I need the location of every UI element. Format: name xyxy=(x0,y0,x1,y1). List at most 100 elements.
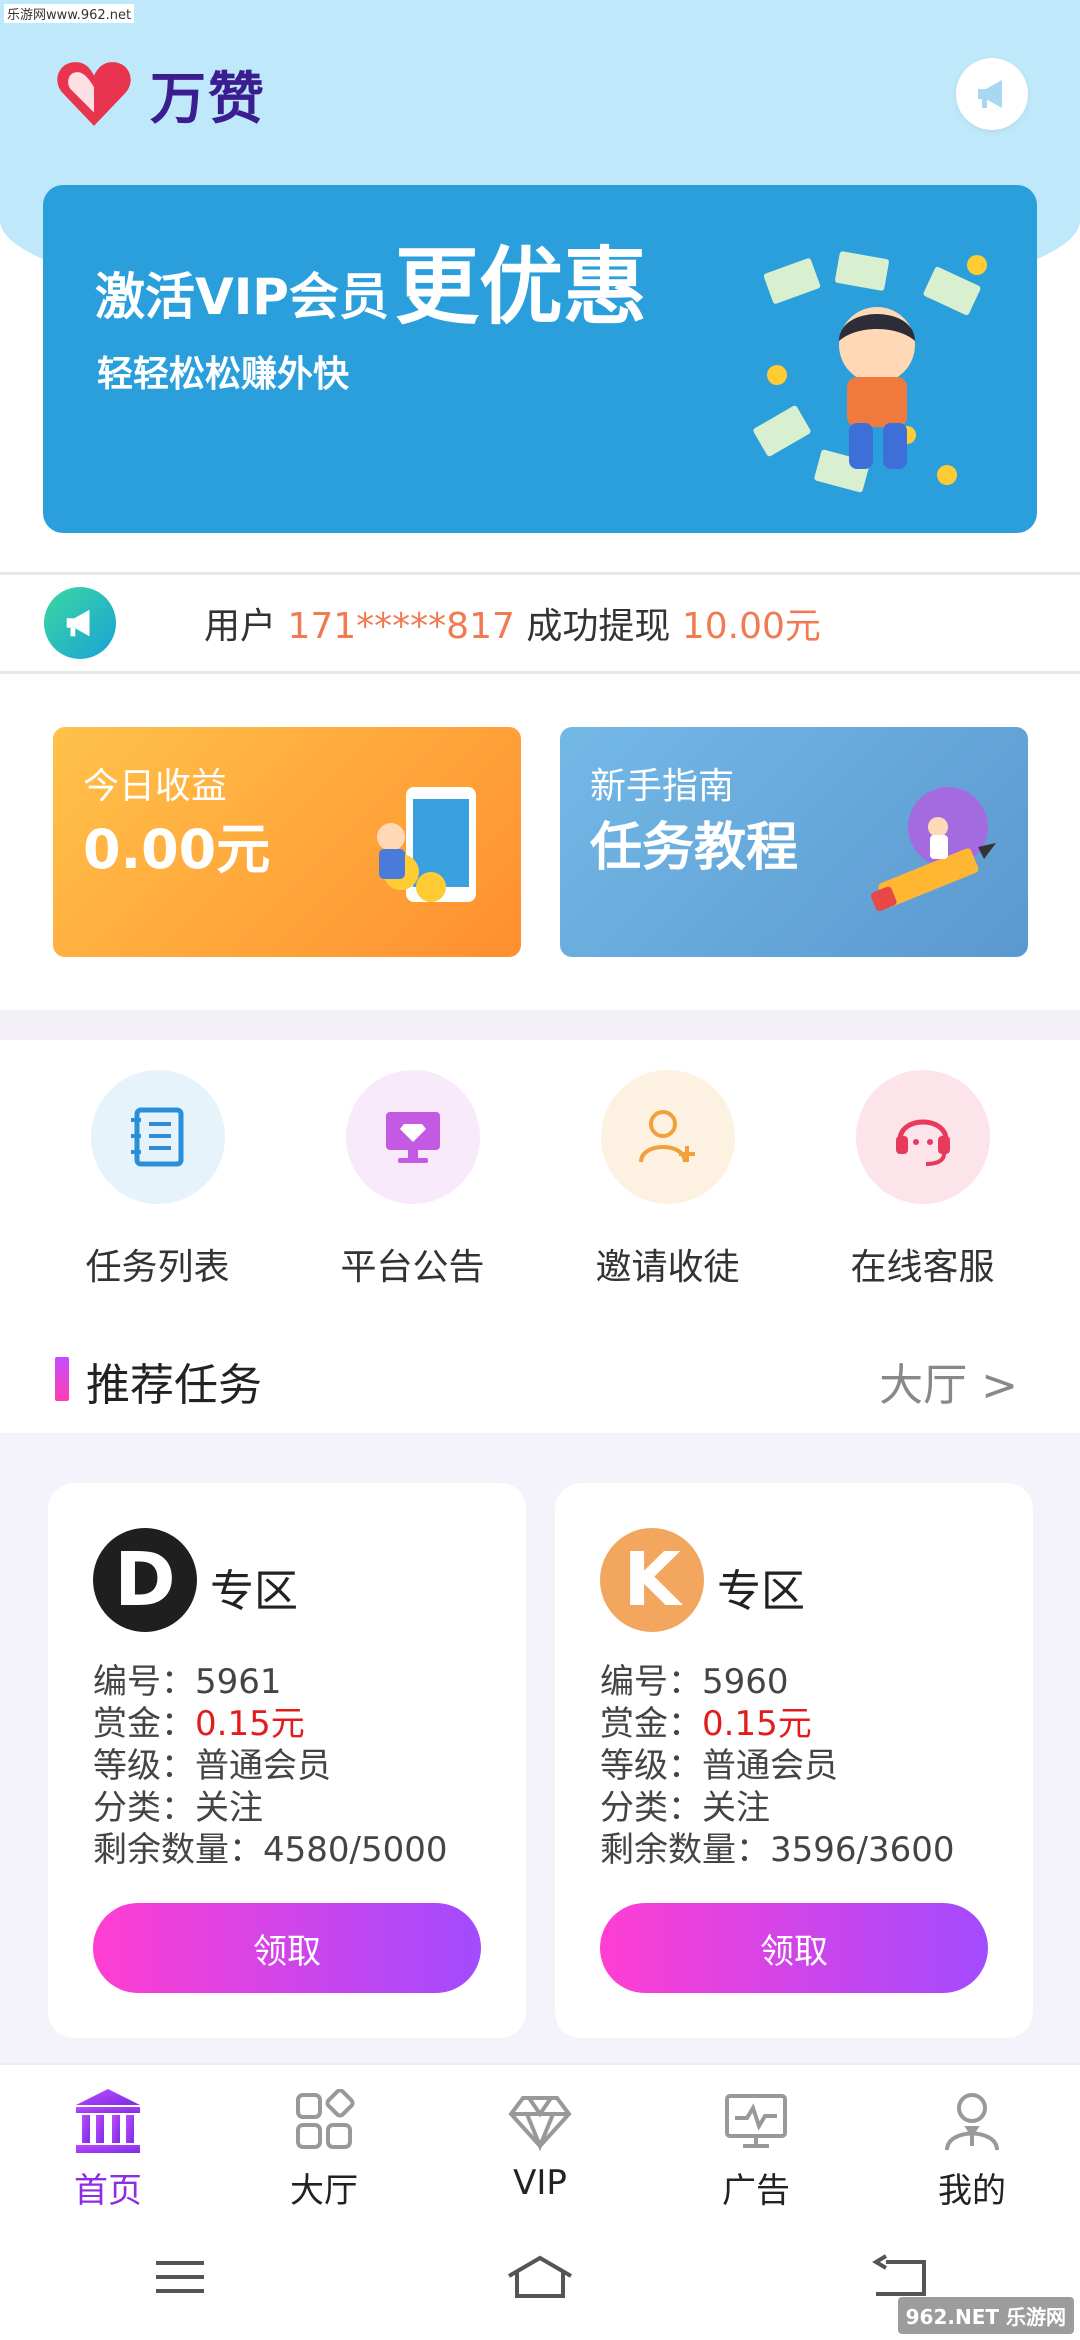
task-remaining-label: 剩余数量： xyxy=(600,1830,770,1870)
quick-link-task-list[interactable]: 任务列表 xyxy=(30,1070,285,1290)
monitor-diamond-icon xyxy=(385,1112,440,1163)
task-zone-badge: K xyxy=(600,1528,704,1632)
heart-logo-icon xyxy=(57,62,131,126)
task-level: 普通会员 xyxy=(702,1746,838,1786)
banner-subtitle: 轻轻松松赚外快 xyxy=(97,354,350,395)
quick-link-announcements[interactable]: 平台公告 xyxy=(285,1070,540,1290)
task-id: 5961 xyxy=(195,1662,282,1702)
recommended-tasks-header: 推荐任务 大厅 > xyxy=(0,1335,1080,1415)
claim-button[interactable]: 领取 xyxy=(93,1903,481,1993)
nav-mine[interactable]: 我的 xyxy=(864,2065,1080,2213)
task-category-row: 分类：关注 xyxy=(93,1787,448,1829)
nav-hall-label: 大厅 xyxy=(290,2171,358,2211)
app-name: 万赞 xyxy=(150,66,266,132)
task-list-circle xyxy=(90,1070,225,1204)
task-reward-label: 赏金： xyxy=(600,1704,702,1744)
earnings-label: 今日收益 xyxy=(83,766,228,807)
announcements-circle xyxy=(345,1070,480,1204)
nav-ads-label: 广告 xyxy=(722,2171,790,2211)
notebook-icon xyxy=(130,1107,183,1167)
banner-title-small: 激活VIP会员 xyxy=(95,268,389,326)
nav-vip-label: VIP xyxy=(513,2163,567,2203)
task-id: 5960 xyxy=(702,1662,789,1702)
home-icon[interactable] xyxy=(500,2247,580,2307)
section-accent-bar xyxy=(55,1357,69,1401)
task-remaining: 3596/3600 xyxy=(770,1830,955,1870)
nav-mine-label: 我的 xyxy=(938,2171,1006,2211)
banner-title: 激活VIP会员 更优惠 xyxy=(95,245,647,329)
nav-home-label: 首页 xyxy=(74,2171,142,2211)
money-character-illustration xyxy=(753,251,987,493)
guide-label: 新手指南 xyxy=(590,766,735,807)
nav-vip[interactable]: VIP xyxy=(432,2065,648,2213)
quick-link-support[interactable]: 在线客服 xyxy=(795,1070,1050,1290)
task-reward-label: 赏金： xyxy=(93,1704,195,1744)
task-zone-label: 专区 xyxy=(210,1566,298,1617)
task-id-row: 编号：5960 xyxy=(600,1661,955,1703)
section-divider xyxy=(0,1010,1080,1040)
grid-icon xyxy=(288,2085,360,2157)
withdrawal-ticker: 用户 171*****817 成功提现 10.00元 xyxy=(0,572,1080,674)
quick-links: 任务列表 平台公告 邀请收徒 在线客服 xyxy=(0,1070,1080,1290)
task-list-label: 任务列表 xyxy=(85,1247,230,1288)
task-level-label: 等级： xyxy=(600,1746,702,1786)
app-logo: 万赞 xyxy=(52,52,266,136)
task-level-label: 等级： xyxy=(93,1746,195,1786)
nav-ads[interactable]: 广告 xyxy=(648,2065,864,2213)
banner-title-big: 更优惠 xyxy=(394,238,647,336)
nav-home[interactable]: 首页 xyxy=(0,2065,216,2213)
task-level-row: 等级：普通会员 xyxy=(93,1745,448,1787)
newbie-guide-card[interactable]: 新手指南 任务教程 xyxy=(560,727,1028,957)
announcement-button[interactable] xyxy=(956,58,1028,130)
ticker-prefix: 用户 xyxy=(204,606,277,647)
nav-hall[interactable]: 大厅 xyxy=(216,2065,432,2213)
add-user-icon xyxy=(638,1110,695,1163)
guide-value: 任务教程 xyxy=(590,818,799,878)
menu-icon[interactable] xyxy=(140,2247,220,2307)
watermark-top: 乐游网www.962.net xyxy=(4,4,135,23)
task-zone-label: 专区 xyxy=(717,1566,805,1617)
today-earnings-card[interactable]: 今日收益 0.00元 xyxy=(53,727,521,957)
task-card: K 专区 编号：5960 赏金：0.15元 等级：普通会员 分类：关注 剩余数量… xyxy=(555,1483,1033,2038)
headset-icon xyxy=(895,1119,950,1166)
task-zone-badge: D xyxy=(93,1528,197,1632)
task-id-label: 编号： xyxy=(93,1662,195,1702)
task-reward: 0.15元 xyxy=(702,1704,812,1744)
support-label: 在线客服 xyxy=(850,1247,995,1288)
task-remaining-row: 剩余数量：4580/5000 xyxy=(93,1829,448,1871)
megaphone-icon xyxy=(978,80,1002,108)
task-card: D 专区 编号：5961 赏金：0.15元 等级：普通会员 分类：关注 剩余数量… xyxy=(48,1483,526,2038)
hall-link[interactable]: 大厅 > xyxy=(879,1349,1018,1413)
ticker-middle: 成功提现 xyxy=(526,606,671,647)
claim-button[interactable]: 领取 xyxy=(600,1903,988,1993)
invite-label: 邀请收徒 xyxy=(595,1247,740,1288)
task-reward-row: 赏金：0.15元 xyxy=(93,1703,448,1745)
task-id-label: 编号： xyxy=(600,1662,702,1702)
task-level-row: 等级：普通会员 xyxy=(600,1745,955,1787)
ticker-amount: 10.00元 xyxy=(681,606,821,647)
watermark-bottom: 962.NET 乐游网 xyxy=(897,2297,1074,2334)
bank-icon xyxy=(72,2085,144,2157)
diamond-icon xyxy=(504,2085,576,2157)
support-circle xyxy=(855,1070,990,1204)
vip-promo-banner[interactable]: 激活VIP会员 更优惠 轻轻松松赚外快 xyxy=(43,185,1037,533)
invite-circle xyxy=(600,1070,735,1204)
task-remaining: 4580/5000 xyxy=(263,1830,448,1870)
ticker-user: 171*****817 xyxy=(287,606,515,647)
earnings-value: 0.00元 xyxy=(83,818,271,881)
person-icon xyxy=(936,2085,1008,2157)
task-category: 关注 xyxy=(702,1788,770,1828)
ticker-megaphone-icon xyxy=(44,587,116,659)
task-remaining-label: 剩余数量： xyxy=(93,1830,263,1870)
section-title: 推荐任务 xyxy=(86,1360,262,1411)
phone-coins-illustration xyxy=(377,787,476,902)
quick-link-invite[interactable]: 邀请收徒 xyxy=(540,1070,795,1290)
monitor-icon xyxy=(720,2085,792,2157)
task-category: 关注 xyxy=(195,1788,263,1828)
task-reward: 0.15元 xyxy=(195,1704,305,1744)
task-id-row: 编号：5961 xyxy=(93,1661,448,1703)
task-level: 普通会员 xyxy=(195,1746,331,1786)
bottom-nav: 首页 大厅 VIP 广告 我的 xyxy=(0,2063,1080,2213)
ticker-text: 用户 171*****817 成功提现 10.00元 xyxy=(204,597,821,649)
task-category-label: 分类： xyxy=(600,1788,702,1828)
